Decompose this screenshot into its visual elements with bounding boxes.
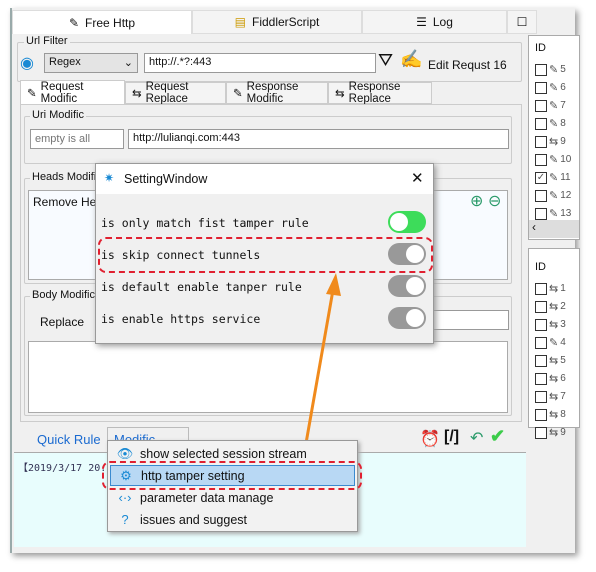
menu-item[interactable]: ‹·› parameter data manage [110, 487, 355, 508]
question-icon: ? [121, 512, 129, 527]
highlight-box [102, 461, 362, 490]
menu-item[interactable]: ? issues and suggest [110, 509, 355, 530]
eye-icon: 👁 [116, 445, 134, 461]
code-icon: ‹·› [118, 490, 132, 505]
arrow-head [326, 273, 341, 296]
